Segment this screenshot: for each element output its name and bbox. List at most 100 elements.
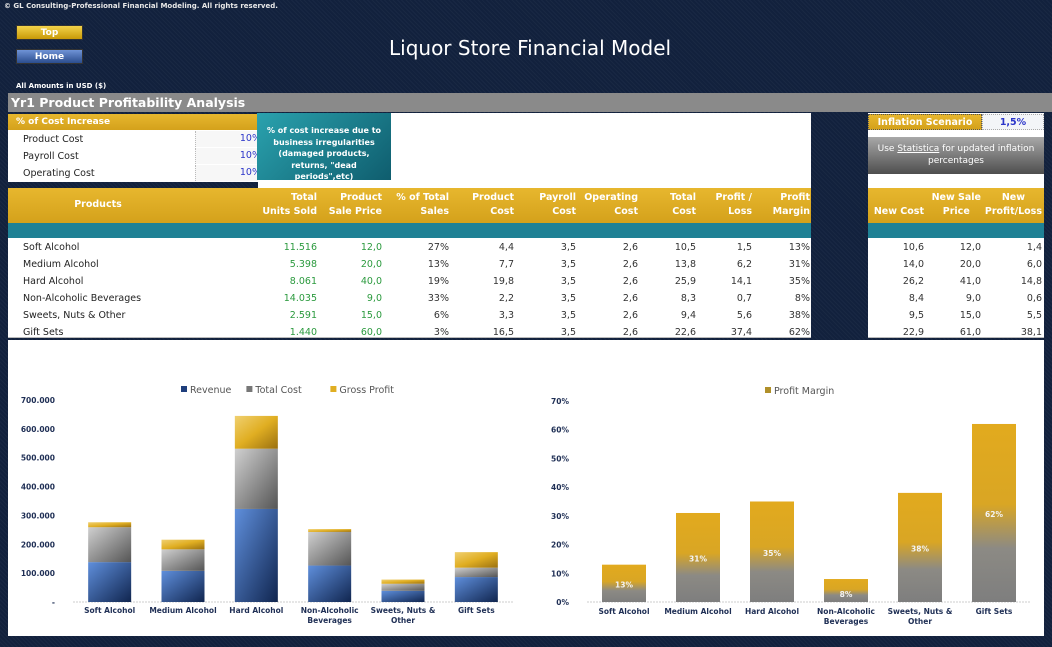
legend-swatch <box>330 386 337 392</box>
product-cost-input[interactable]: 10% <box>195 131 263 147</box>
x-tick-label: Sweets, Nuts & <box>888 607 953 616</box>
bar-total-cost <box>454 567 498 578</box>
inflation-cell: 14,0 <box>902 259 924 270</box>
table-cell: 2,6 <box>622 310 638 321</box>
product-name: Soft Alcohol <box>23 242 80 253</box>
hint-prefix: Use <box>877 144 898 154</box>
table-cell: 0,7 <box>736 293 752 304</box>
legend-swatch <box>181 386 187 392</box>
table-cell: 40,0 <box>360 276 382 287</box>
table-cell: 14,1 <box>730 276 752 287</box>
inflation-cell: 20,0 <box>959 259 981 270</box>
inflation-teal-band <box>868 223 1044 238</box>
statistica-link[interactable]: Statistica <box>897 144 939 154</box>
bar-gross-profit <box>308 529 352 532</box>
legend-label: Total Cost <box>254 385 302 396</box>
product-name: Medium Alcohol <box>23 259 99 270</box>
payroll-cost-label: Payroll Cost <box>23 151 79 162</box>
y-tick-label: 600.000 <box>21 425 55 434</box>
x-tick-label: Non-Alcoholic <box>301 606 359 615</box>
table-teal-band <box>8 223 811 238</box>
inflation-column-header: New Profit/Loss <box>984 192 1042 217</box>
product-name: Sweets, Nuts & Other <box>23 310 126 321</box>
x-tick-label: Soft Alcohol <box>84 606 135 615</box>
bar-revenue <box>161 570 205 602</box>
column-header: Products <box>74 199 122 210</box>
data-label: 38% <box>911 544 929 553</box>
y-tick-label: 40% <box>551 483 569 492</box>
table-cell: 13% <box>427 259 449 270</box>
table-cell: 19,8 <box>492 276 514 287</box>
table-cell: 38% <box>788 310 810 321</box>
table-cell: 3,3 <box>498 310 514 321</box>
y-tick-label: 10% <box>551 569 569 578</box>
legend-swatch <box>246 386 253 392</box>
profitability-table: Products Total Units Sold Product Sale Price… <box>8 188 811 338</box>
x-tick-label: Non-Alcoholic <box>817 607 875 616</box>
column-header: Profit / Loss <box>715 192 752 217</box>
bar-total-cost <box>234 448 278 509</box>
table-cell: 2,6 <box>622 276 638 287</box>
charts-panel: - 100.000 200.000 300.000 400.000 500.000 600.… <box>8 340 1044 636</box>
product-name: Hard Alcohol <box>23 276 84 287</box>
data-label: 31% <box>689 554 707 563</box>
table-cell: 10,5 <box>674 242 696 253</box>
inflation-scenario-label: Inflation Scenario <box>868 114 982 130</box>
inflation-table-bottom-border <box>868 337 1044 338</box>
table-cell: 8,3 <box>680 293 696 304</box>
column-header: Product Sale Price <box>328 192 382 217</box>
y-tick-label: 100.000 <box>21 569 55 578</box>
x-tick-label: Beverages <box>824 617 869 626</box>
top-button[interactable]: Top <box>16 25 83 40</box>
column-header: Payroll Cost <box>539 192 576 217</box>
inflation-cell: 9,0 <box>965 293 981 304</box>
table-cell: 5,6 <box>736 310 752 321</box>
table-cell: 8.061 <box>289 276 317 287</box>
inflation-scenario-input[interactable]: 1,5% <box>982 114 1044 130</box>
table-cell: 2,6 <box>622 242 638 253</box>
copyright-notice: © GL Consulting-Professional Financial M… <box>4 2 278 10</box>
payroll-cost-input[interactable]: 10% <box>195 148 263 164</box>
x-tick-label: Hard Alcohol <box>745 607 799 616</box>
cost-increase-panel: Product Cost 10% Payroll Cost 10% Operat… <box>8 130 263 182</box>
table-cell: 6% <box>433 310 449 321</box>
table-cell: 2,6 <box>622 259 638 270</box>
x-tick-label: Soft Alcohol <box>598 607 649 616</box>
table-cell: 2,2 <box>498 293 514 304</box>
y-tick-label: 200.000 <box>21 540 55 549</box>
revenue-cost-profit-chart: - 100.000 200.000 300.000 400.000 500.000 600.… <box>21 385 513 625</box>
legend-label: Profit Margin <box>774 386 834 397</box>
operating-cost-label: Operating Cost <box>23 168 95 179</box>
table-cell: 1,5 <box>736 242 752 253</box>
bar-revenue <box>234 508 278 602</box>
y-tick-label: 400.000 <box>21 483 55 492</box>
inflation-cell: 5,5 <box>1026 310 1042 321</box>
table-cell: 9,4 <box>680 310 696 321</box>
x-tick-label: Medium Alcohol <box>149 606 216 615</box>
table-cell: 7,7 <box>498 259 514 270</box>
legend-label: Revenue <box>190 385 232 396</box>
bar-total-cost <box>381 583 425 591</box>
y-tick-label: 500.000 <box>21 454 55 463</box>
profit-margin-chart: 0% 10% 20% 30% 40% 50% 60% 70% Profit Margin 13% S… <box>551 386 1031 626</box>
y-tick-label: 50% <box>551 454 569 463</box>
bar-gross-profit <box>88 522 132 528</box>
table-cell: 33% <box>427 293 449 304</box>
y-tick-label: - <box>52 598 55 607</box>
y-tick-label: 0% <box>556 598 569 607</box>
table-bottom-border <box>8 337 811 338</box>
inflation-hint: Use Statistica for updated inflation per… <box>868 137 1044 174</box>
inflation-cell: 9,5 <box>908 310 924 321</box>
bar-gross-profit <box>381 579 425 584</box>
table-cell: 8% <box>794 293 810 304</box>
operating-cost-input[interactable]: 10% <box>195 165 263 181</box>
table-cell: 11.516 <box>283 242 317 253</box>
inflation-cell: 1,4 <box>1026 242 1042 253</box>
home-button[interactable]: Home <box>16 49 83 64</box>
table-cell: 20,0 <box>360 259 382 270</box>
table-cell: 12,0 <box>360 242 382 253</box>
data-label: 62% <box>985 510 1003 519</box>
table-cell: 31% <box>788 259 810 270</box>
table-cell: 19% <box>427 276 449 287</box>
legend-label: Gross Profit <box>339 385 394 396</box>
